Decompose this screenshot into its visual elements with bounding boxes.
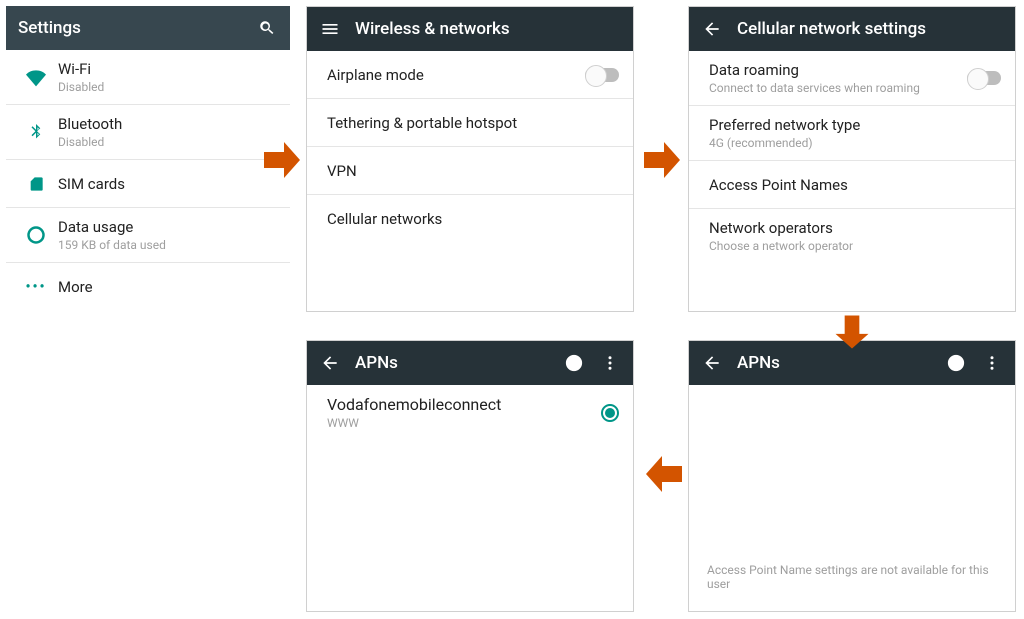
add-icon[interactable]	[563, 352, 585, 374]
data-usage-icon	[20, 225, 52, 245]
settings-appbar: Settings	[6, 6, 290, 50]
back-icon[interactable]	[319, 352, 341, 374]
item-sub: Disabled	[58, 80, 276, 94]
item-sub: 159 KB of data used	[58, 238, 276, 252]
cellular-item-network-type[interactable]: Preferred network type 4G (recommended)	[689, 106, 1015, 161]
apn-name: Vodafonemobileconnect	[327, 395, 601, 414]
item-title: More	[58, 278, 276, 296]
apns-empty-title: APNs	[737, 353, 931, 373]
arrow-down-icon	[830, 310, 874, 354]
arrow-right-icon	[258, 136, 306, 184]
cellular-item-apn[interactable]: Access Point Names	[689, 161, 1015, 209]
airplane-toggle[interactable]	[585, 68, 619, 82]
item-title: Preferred network type	[709, 116, 1001, 134]
cellular-item-roaming[interactable]: Data roaming Connect to data services wh…	[689, 51, 1015, 106]
item-sub: Choose a network operator	[709, 239, 1001, 253]
cellular-item-operators[interactable]: Network operators Choose a network opera…	[689, 209, 1015, 263]
settings-item-more[interactable]: ••• More	[6, 263, 290, 306]
add-icon[interactable]	[945, 352, 967, 374]
item-title: Network operators	[709, 219, 1001, 237]
settings-panel: Settings Wi-Fi Disabled Bluetooth Disabl…	[6, 6, 290, 306]
item-title: Wi-Fi	[58, 60, 276, 78]
apn-entry[interactable]: Vodafonemobileconnect WWW	[307, 385, 633, 440]
back-icon[interactable]	[701, 352, 723, 374]
apn-radio-selected[interactable]	[601, 404, 619, 422]
arrow-right-icon	[638, 136, 686, 184]
item-title: Access Point Names	[709, 176, 1001, 194]
search-icon[interactable]	[256, 17, 278, 39]
roaming-toggle[interactable]	[967, 71, 1001, 85]
settings-title: Settings	[18, 18, 242, 38]
apns-empty-message: Access Point Name settings are not avail…	[689, 563, 1015, 591]
settings-item-data-usage[interactable]: Data usage 159 KB of data used	[6, 208, 290, 263]
wifi-icon	[20, 67, 52, 87]
apns-panel: APNs Vodafonemobileconnect WWW	[306, 340, 634, 612]
item-title: SIM cards	[58, 175, 276, 193]
apns-appbar: APNs	[307, 341, 633, 385]
settings-item-wifi[interactable]: Wi-Fi Disabled	[6, 50, 290, 105]
item-title: Tethering & portable hotspot	[327, 114, 619, 132]
item-title: VPN	[327, 162, 619, 180]
wireless-item-vpn[interactable]: VPN	[307, 147, 633, 195]
more-icon: •••	[20, 279, 52, 295]
back-icon[interactable]	[701, 18, 723, 40]
cellular-title: Cellular network settings	[737, 19, 1003, 39]
hamburger-icon[interactable]	[319, 18, 341, 40]
overflow-icon[interactable]	[981, 352, 1003, 374]
item-title: Data usage	[58, 218, 276, 236]
item-title: Bluetooth	[58, 115, 276, 133]
apns-empty-panel: APNs Access Point Name settings are not …	[688, 340, 1016, 612]
cellular-appbar: Cellular network settings	[689, 7, 1015, 51]
arrow-left-icon	[640, 450, 688, 498]
apns-title: APNs	[355, 353, 549, 373]
wireless-panel: Wireless & networks Airplane mode Tether…	[306, 6, 634, 312]
settings-item-bluetooth[interactable]: Bluetooth Disabled	[6, 105, 290, 160]
item-sub: 4G (recommended)	[709, 136, 1001, 150]
item-title: Cellular networks	[327, 210, 619, 228]
wireless-appbar: Wireless & networks	[307, 7, 633, 51]
apn-sub: WWW	[327, 416, 601, 430]
wireless-item-cellular[interactable]: Cellular networks	[307, 195, 633, 243]
item-title: Airplane mode	[327, 66, 585, 84]
settings-item-sim[interactable]: SIM cards	[6, 160, 290, 208]
bluetooth-icon	[20, 123, 52, 141]
wireless-title: Wireless & networks	[355, 19, 621, 39]
item-title: Data roaming	[709, 61, 967, 79]
cellular-panel: Cellular network settings Data roaming C…	[688, 6, 1016, 312]
wireless-item-tethering[interactable]: Tethering & portable hotspot	[307, 99, 633, 147]
item-sub: Connect to data services when roaming	[709, 81, 967, 95]
overflow-icon[interactable]	[599, 352, 621, 374]
item-sub: Disabled	[58, 135, 276, 149]
sim-icon	[20, 174, 52, 194]
wireless-item-airplane[interactable]: Airplane mode	[307, 51, 633, 99]
